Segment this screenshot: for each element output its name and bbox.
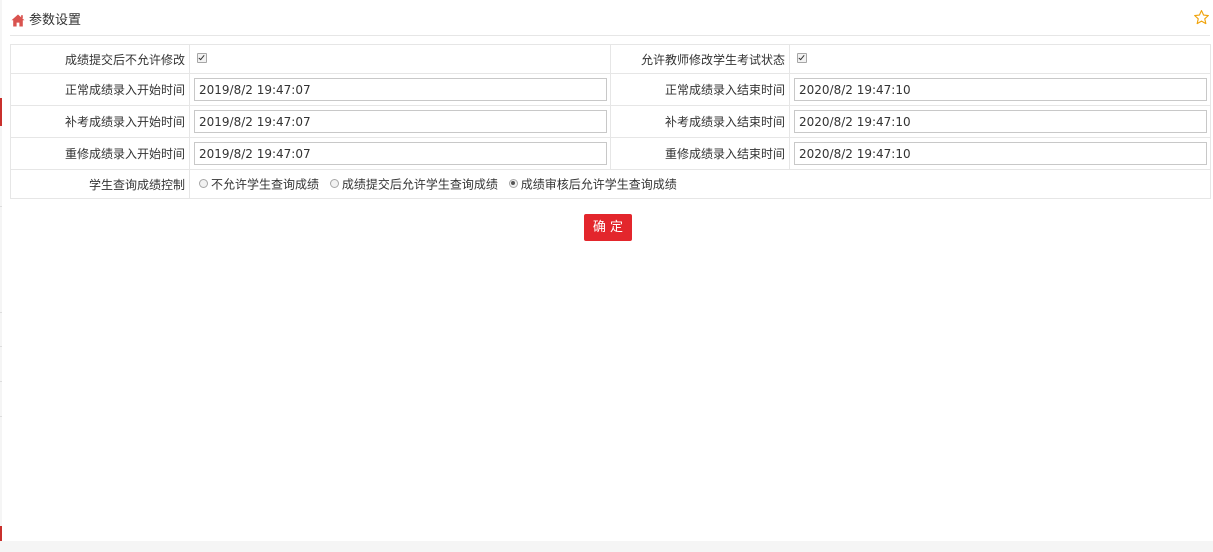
makeup-end-cell <box>789 105 1211 138</box>
left-divider <box>0 206 2 207</box>
normal-end-cell <box>789 73 1211 106</box>
retake-start-cell <box>189 137 611 170</box>
left-divider <box>0 381 2 382</box>
radio-label-disallow: 不允许学生查询成绩 <box>211 177 320 192</box>
retake-end-label: 重修成绩录入结束时间 <box>610 137 790 170</box>
radio-after-review[interactable] <box>508 178 518 188</box>
page-header: 参数设置 <box>10 6 1210 36</box>
retake-start-label: 重修成绩录入开始时间 <box>10 137 190 170</box>
query-control-radio-group: 不允许学生查询成绩 成绩提交后允许学生查询成绩 成绩审核后允许学生查询成绩 <box>194 176 1210 193</box>
left-divider <box>0 416 2 417</box>
radio-label-after-review: 成绩审核后允许学生查询成绩 <box>520 177 677 192</box>
form-row: 补考成绩录入开始时间 补考成绩录入结束时间 <box>10 105 1211 138</box>
page-title: 参数设置 <box>29 13 82 28</box>
star-icon[interactable] <box>1193 9 1210 26</box>
footer-band <box>0 541 1213 552</box>
normal-end-input[interactable] <box>794 78 1207 101</box>
radio-label-after-submit: 成绩提交后允许学生查询成绩 <box>341 177 498 192</box>
makeup-start-label: 补考成绩录入开始时间 <box>10 105 190 138</box>
no-modify-label: 成绩提交后不允许修改 <box>10 44 190 74</box>
form-row: 正常成绩录入开始时间 正常成绩录入结束时间 <box>10 73 1211 106</box>
retake-end-input[interactable] <box>794 142 1207 165</box>
left-divider <box>0 312 2 313</box>
teacher-modify-status-cell <box>789 44 1211 74</box>
normal-end-label: 正常成绩录入结束时间 <box>610 73 790 106</box>
page: 参数设置 成绩提交后不允许修改 允许教师修改学生考试状态 正常成绩录入开始时间 <box>0 0 1213 552</box>
left-edge <box>0 0 2 552</box>
makeup-end-label: 补考成绩录入结束时间 <box>610 105 790 138</box>
teacher-modify-status-label: 允许教师修改学生考试状态 <box>610 44 790 74</box>
normal-start-input[interactable] <box>194 78 607 101</box>
query-control-cell: 不允许学生查询成绩 成绩提交后允许学生查询成绩 成绩审核后允许学生查询成绩 <box>189 169 1211 199</box>
normal-start-cell <box>189 73 611 106</box>
confirm-button[interactable]: 确 定 <box>584 214 632 241</box>
settings-form: 成绩提交后不允许修改 允许教师修改学生考试状态 正常成绩录入开始时间 正常成绩录… <box>10 44 1211 199</box>
home-icon <box>11 14 25 27</box>
left-divider <box>0 346 2 347</box>
form-row: 学生查询成绩控制 不允许学生查询成绩 成绩提交后允许学生查询成绩 成绩审核后允许… <box>10 169 1211 199</box>
form-row: 成绩提交后不允许修改 允许教师修改学生考试状态 <box>10 44 1211 74</box>
teacher-modify-status-checkbox[interactable] <box>797 52 807 63</box>
makeup-start-input[interactable] <box>194 110 607 133</box>
makeup-end-input[interactable] <box>794 110 1207 133</box>
retake-end-cell <box>789 137 1211 170</box>
form-row: 重修成绩录入开始时间 重修成绩录入结束时间 <box>10 137 1211 170</box>
radio-option-after-review[interactable]: 成绩审核后允许学生查询成绩 <box>504 176 677 193</box>
radio-option-after-submit[interactable]: 成绩提交后允许学生查询成绩 <box>325 176 498 193</box>
normal-start-label: 正常成绩录入开始时间 <box>10 73 190 106</box>
retake-start-input[interactable] <box>194 142 607 165</box>
no-modify-cell <box>189 44 611 74</box>
makeup-start-cell <box>189 105 611 138</box>
left-accent-marker <box>0 98 2 126</box>
radio-after-submit[interactable] <box>329 178 339 188</box>
query-control-label: 学生查询成绩控制 <box>10 169 190 199</box>
radio-disallow[interactable] <box>199 178 208 188</box>
no-modify-after-submit-checkbox[interactable] <box>197 52 207 63</box>
radio-option-disallow[interactable]: 不允许学生查询成绩 <box>194 176 319 193</box>
